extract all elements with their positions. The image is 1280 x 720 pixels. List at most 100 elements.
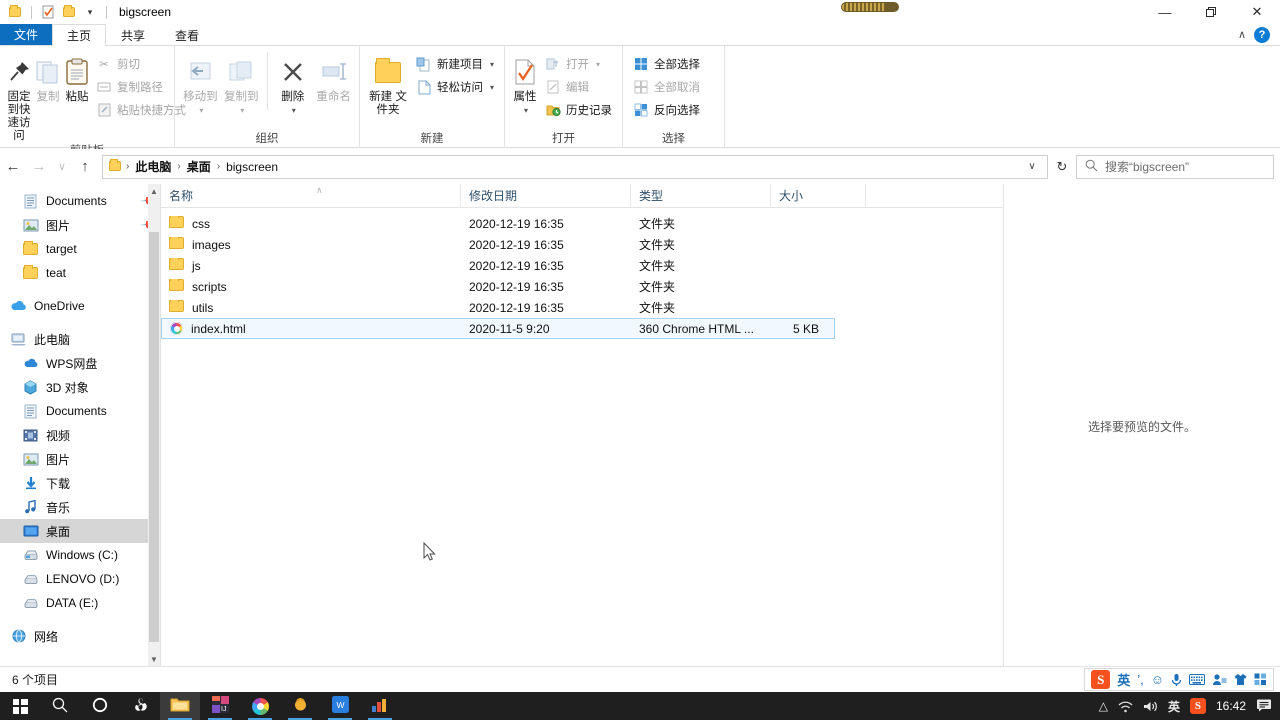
- nav-item-music[interactable]: 音乐: [0, 495, 160, 519]
- nav-item-lenovo-d[interactable]: LENOVO (D:): [0, 567, 160, 591]
- tab-share[interactable]: 共享: [106, 24, 160, 45]
- new-folder-icon[interactable]: [60, 3, 78, 21]
- collapse-ribbon-button[interactable]: ∧: [1238, 28, 1246, 41]
- chevron-down-icon[interactable]: ▾: [596, 60, 600, 69]
- tray-clock[interactable]: 16:42: [1216, 699, 1246, 713]
- pin-to-quick-access-button[interactable]: 固定到快速访问: [6, 50, 32, 143]
- forward-button[interactable]: →: [26, 154, 52, 180]
- nav-item-target[interactable]: target: [0, 237, 160, 261]
- tray-overflow-icon[interactable]: △: [1099, 699, 1108, 713]
- easy-access-button[interactable]: 轻松访问 ▾: [412, 77, 498, 97]
- minimize-button[interactable]: —: [1142, 0, 1188, 24]
- chevron-down-icon[interactable]: ▾: [81, 3, 99, 21]
- skin-icon[interactable]: [1234, 673, 1247, 686]
- nav-item-teat[interactable]: teat: [0, 261, 160, 285]
- rename-button[interactable]: 重命名: [314, 50, 353, 104]
- table-row[interactable]: images 2020-12-19 16:35 文件夹: [161, 234, 1003, 255]
- nav-item-documents-quick[interactable]: Documents 📌: [0, 189, 160, 213]
- restore-button[interactable]: [1188, 0, 1234, 24]
- table-row[interactable]: scripts 2020-12-19 16:35 文件夹: [161, 276, 1003, 297]
- table-row[interactable]: css 2020-12-19 16:35 文件夹: [161, 213, 1003, 234]
- volume-icon[interactable]: [1143, 700, 1158, 713]
- breadcrumb-item-bigscreen[interactable]: bigscreen: [223, 159, 281, 175]
- nav-item-windows-c[interactable]: Windows (C:): [0, 543, 160, 567]
- address-input[interactable]: › 此电脑 › 桌面 › bigscreen ∨: [102, 154, 1048, 179]
- chevron-down-icon[interactable]: ▾: [490, 60, 494, 69]
- column-header-modified[interactable]: 修改日期: [461, 183, 631, 208]
- nav-item-wps-cloud[interactable]: WPS网盘: [0, 351, 160, 375]
- column-header-name[interactable]: 名称: [161, 183, 461, 208]
- select-none-button[interactable]: 全部取消: [629, 77, 704, 97]
- nav-item-pictures[interactable]: 图片: [0, 447, 160, 471]
- nav-item-onedrive[interactable]: OneDrive: [0, 294, 160, 318]
- charts-app-button[interactable]: [360, 692, 400, 720]
- back-button[interactable]: ←: [0, 154, 26, 180]
- nav-item-documents[interactable]: Documents: [0, 399, 160, 423]
- chevron-down-icon[interactable]: ▾: [240, 104, 244, 117]
- recent-locations-button[interactable]: ∨: [52, 154, 72, 180]
- network-icon[interactable]: [1118, 700, 1133, 713]
- refresh-button[interactable]: ↻: [1050, 155, 1074, 179]
- start-button[interactable]: [0, 692, 40, 720]
- copy-to-button[interactable]: 复制到 ▾: [222, 50, 261, 117]
- new-folder-button[interactable]: 新建 文件夹: [366, 50, 410, 117]
- new-item-button[interactable]: 新建项目 ▾: [412, 54, 498, 74]
- intellij-button[interactable]: IJ: [200, 692, 240, 720]
- nav-item-network[interactable]: 网络: [0, 624, 160, 648]
- nav-item-pictures-quick[interactable]: 图片 📌: [0, 213, 160, 237]
- user-icon[interactable]: [1212, 673, 1227, 686]
- microphone-icon[interactable]: [1171, 673, 1182, 687]
- navigation-pane-scrollbar[interactable]: ▲ ▼: [148, 184, 160, 666]
- select-all-button[interactable]: 全部选择: [629, 54, 704, 74]
- punctuation-icon[interactable]: ’,: [1137, 672, 1144, 687]
- chevron-down-icon[interactable]: ▾: [199, 104, 203, 117]
- tray-sogou-icon[interactable]: S: [1189, 698, 1206, 714]
- emoji-icon[interactable]: ☺: [1151, 672, 1164, 687]
- nav-item-downloads[interactable]: 下载: [0, 471, 160, 495]
- tab-view[interactable]: 查看: [160, 24, 214, 45]
- history-button[interactable]: 历史记录: [541, 100, 616, 120]
- apps-icon[interactable]: [1254, 673, 1267, 686]
- properties-icon[interactable]: [39, 3, 57, 21]
- paste-button[interactable]: 粘贴: [64, 50, 90, 104]
- search-button[interactable]: [40, 692, 80, 720]
- delete-button[interactable]: 删除 ▾: [273, 50, 312, 117]
- tab-home[interactable]: 主页: [52, 24, 107, 46]
- search-box[interactable]: 搜索“bigscreen”: [1076, 154, 1274, 179]
- nav-item-desktop[interactable]: 桌面: [0, 519, 160, 543]
- scroll-down-icon[interactable]: ▼: [150, 652, 158, 666]
- chevron-down-icon[interactable]: ▾: [292, 104, 296, 117]
- scroll-up-icon[interactable]: ▲: [150, 184, 158, 198]
- close-button[interactable]: ✕: [1234, 0, 1280, 24]
- copy-button[interactable]: 复制: [34, 50, 62, 104]
- nav-item-3d-objects[interactable]: 3D 对象: [0, 375, 160, 399]
- chevron-down-icon[interactable]: ▾: [524, 104, 528, 117]
- table-row[interactable]: js 2020-12-19 16:35 文件夹: [161, 255, 1003, 276]
- breadcrumb-item-desktop[interactable]: 桌面: [184, 157, 214, 176]
- breadcrumb-item-this-pc[interactable]: 此电脑: [132, 157, 174, 176]
- invert-selection-button[interactable]: 反向选择: [629, 100, 704, 120]
- wps-button[interactable]: W: [320, 692, 360, 720]
- sogou-taskbar-button[interactable]: [120, 692, 160, 720]
- scrollbar-thumb[interactable]: [149, 232, 159, 642]
- open-button[interactable]: 打开 ▾: [541, 54, 616, 74]
- tab-file[interactable]: 文件: [0, 24, 52, 45]
- edit-button[interactable]: 编辑: [541, 77, 616, 97]
- move-to-button[interactable]: 移动到 ▾: [181, 50, 220, 117]
- keyboard-icon[interactable]: [1189, 674, 1205, 685]
- yellow-app-button[interactable]: [280, 692, 320, 720]
- address-dropdown-button[interactable]: ∨: [1021, 155, 1043, 179]
- nav-item-videos[interactable]: 视频: [0, 423, 160, 447]
- table-row[interactable]: index.html 2020-11-5 9:20 360 Chrome HTM…: [161, 318, 835, 339]
- help-button[interactable]: ?: [1254, 26, 1270, 43]
- file-explorer-button[interactable]: [160, 692, 200, 720]
- table-row[interactable]: utils 2020-12-19 16:35 文件夹: [161, 297, 1003, 318]
- notification-icon[interactable]: [1256, 698, 1272, 715]
- properties-button[interactable]: 属性 ▾: [511, 50, 539, 117]
- column-header-size[interactable]: 大小: [771, 183, 866, 208]
- chrome-button[interactable]: [240, 692, 280, 720]
- up-button[interactable]: ↑: [72, 154, 98, 180]
- chevron-down-icon[interactable]: ▾: [490, 83, 494, 92]
- nav-item-data-e[interactable]: DATA (E:): [0, 591, 160, 615]
- column-header-type[interactable]: 类型: [631, 183, 771, 208]
